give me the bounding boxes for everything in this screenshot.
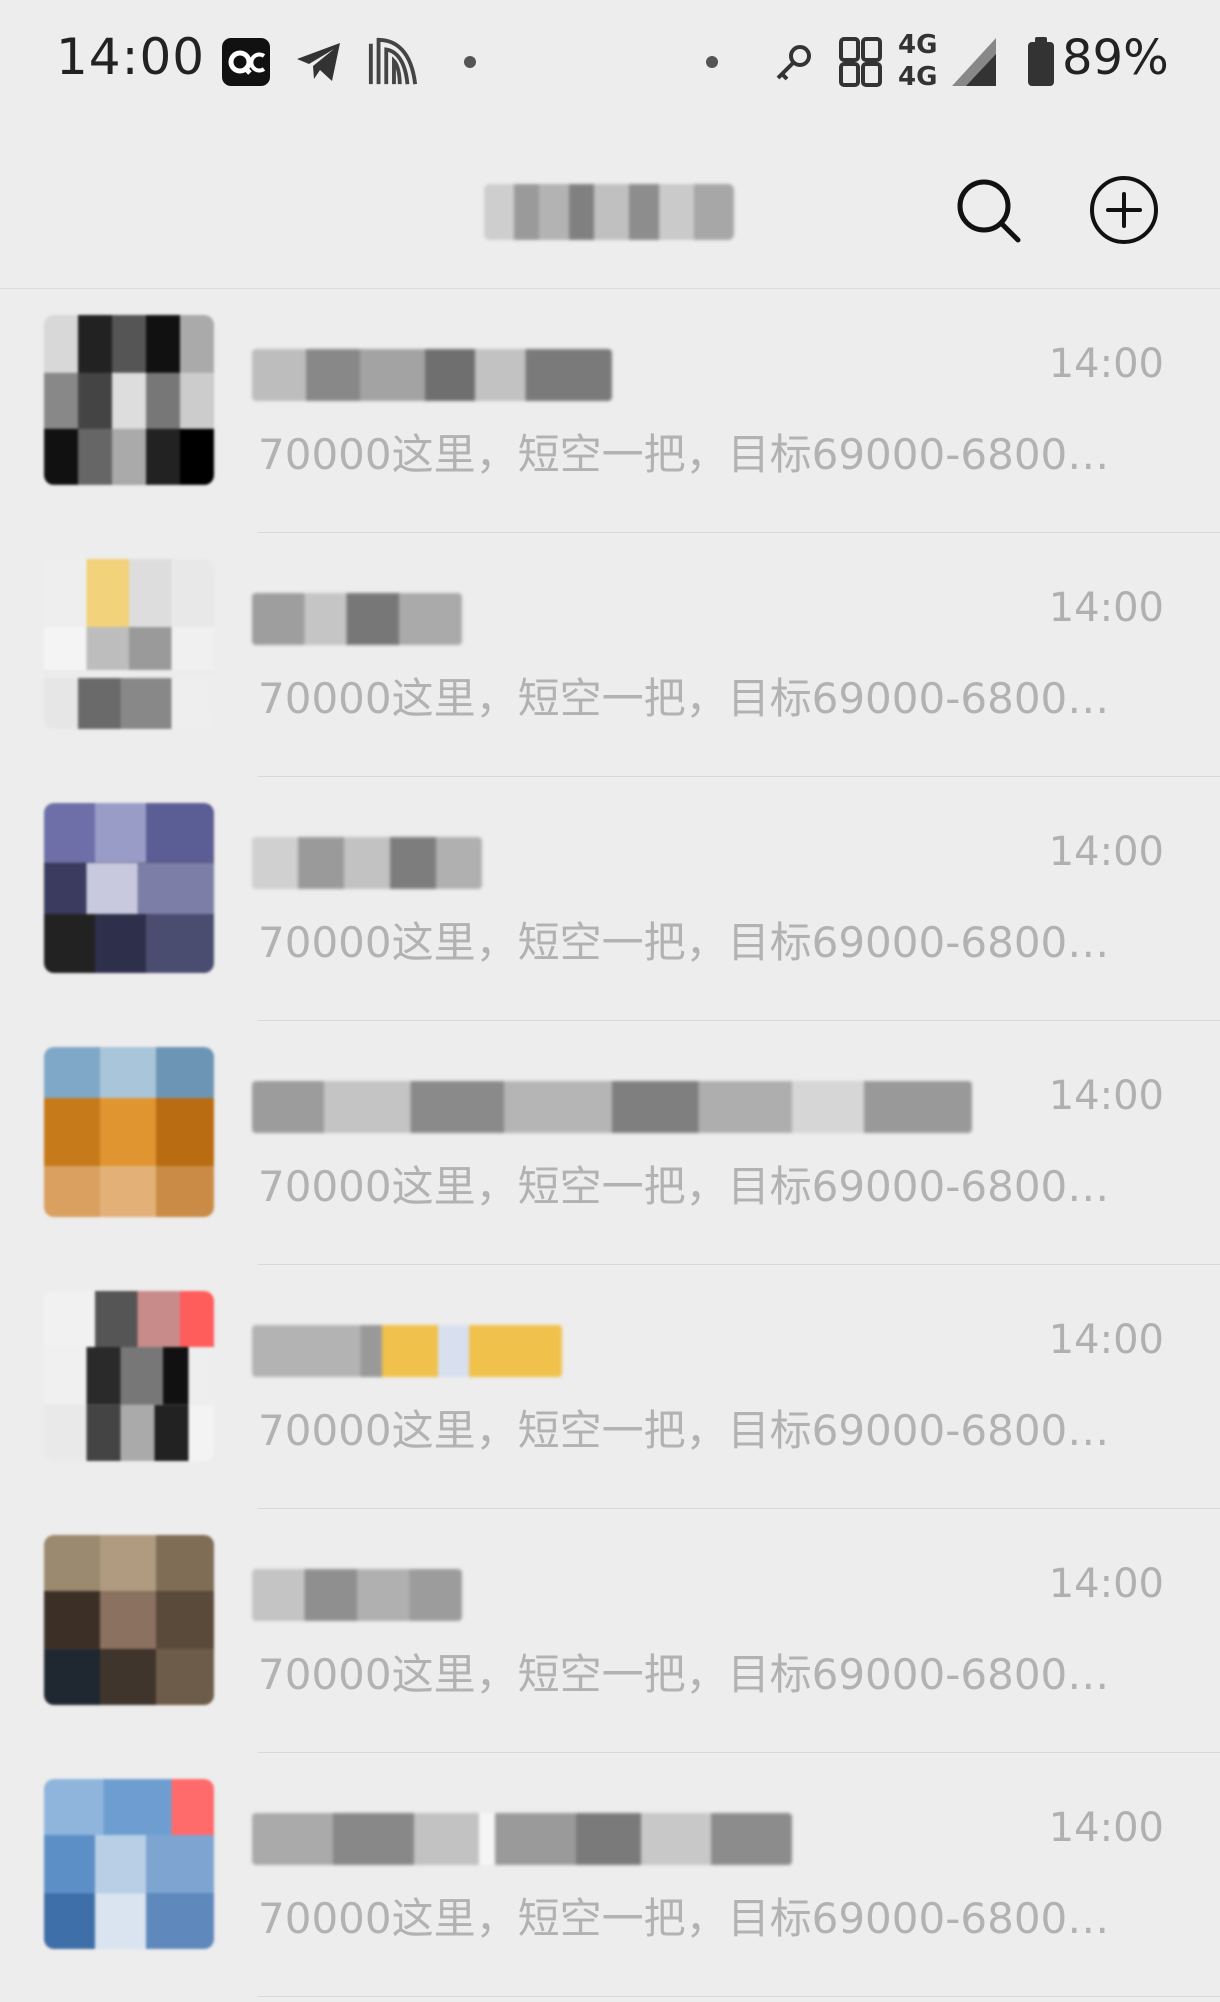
notification-dot-icon — [706, 56, 718, 68]
contact-name-redacted — [252, 1813, 792, 1865]
chat-preview: 70000这里，短空一把，目标69000-6800… — [258, 430, 1110, 479]
contact-name-redacted — [252, 349, 612, 401]
avatar — [44, 315, 214, 485]
avatar — [44, 803, 214, 973]
contact-name-redacted — [252, 1081, 972, 1133]
network-type-top: 4G — [898, 30, 938, 60]
key-icon — [776, 45, 811, 81]
hd-volte-icon — [839, 37, 882, 87]
battery-percent: 89% — [1062, 30, 1169, 86]
chat-preview: 70000这里，短空一把，目标69000-6800… — [258, 918, 1110, 967]
chat-list-item[interactable]: 14:00 70000这里，短空一把，目标69000-6800… — [0, 533, 1220, 777]
chat-time: 14:00 — [1048, 1317, 1164, 1363]
chat-preview: 70000这里，短空一把，目标69000-6800… — [258, 1894, 1110, 1943]
status-time: 14:00 — [56, 28, 206, 86]
chat-time: 14:00 — [1048, 1805, 1164, 1851]
chat-list: 14:00 70000这里，短空一把，目标69000-6800… 14:00 7… — [0, 289, 1220, 1997]
telegram-icon — [297, 43, 340, 81]
page-title-redacted — [484, 184, 734, 240]
app-stripes-icon — [368, 37, 418, 85]
status-bar: 14:00 4G 4G 89% — [0, 0, 1220, 120]
chat-list-item[interactable]: 14:00 70000这里，短空一把，目标69000-6800… — [0, 1021, 1220, 1265]
avatar — [44, 1535, 214, 1705]
chat-list-item[interactable]: 14:00 70000这里，短空一把，目标69000-6800… — [0, 777, 1220, 1021]
chat-list-item[interactable]: 14:00 70000这里，短空一把，目标69000-6800… — [0, 1265, 1220, 1509]
avatar — [44, 1779, 214, 1949]
chat-time: 14:00 — [1048, 1073, 1164, 1119]
notification-dot-icon — [464, 56, 476, 68]
chat-time: 14:00 — [1048, 341, 1164, 387]
contact-name-redacted — [252, 593, 462, 645]
add-circle-icon[interactable] — [1084, 170, 1164, 250]
contact-name-redacted — [252, 1569, 462, 1621]
chat-preview: 70000这里，短空一把，目标69000-6800… — [258, 1406, 1110, 1455]
chat-list-item[interactable]: 14:00 70000这里，短空一把，目标69000-6800… — [0, 289, 1220, 533]
chat-preview: 70000这里，短空一把，目标69000-6800… — [258, 674, 1110, 723]
network-type-bottom: 4G — [898, 62, 938, 92]
avatar — [44, 559, 214, 729]
signal-icon — [952, 38, 996, 86]
chat-time: 14:00 — [1048, 585, 1164, 631]
chat-preview: 70000这里，短空一把，目标69000-6800… — [258, 1650, 1110, 1699]
top-header — [0, 120, 1220, 289]
chat-preview: 70000这里，短空一把，目标69000-6800… — [258, 1162, 1110, 1211]
avatar — [44, 1291, 214, 1461]
chat-list-item[interactable]: 14:00 70000这里，短空一把，目标69000-6800… — [0, 1753, 1220, 1997]
contact-name-redacted — [252, 1325, 562, 1377]
app-notification-icon — [222, 38, 270, 86]
chat-list-item[interactable]: 14:00 70000这里，短空一把，目标69000-6800… — [0, 1509, 1220, 1753]
contact-name-redacted — [252, 837, 482, 889]
search-icon[interactable] — [948, 170, 1028, 250]
chat-time: 14:00 — [1048, 829, 1164, 875]
avatar — [44, 1047, 214, 1217]
chat-time: 14:00 — [1048, 1561, 1164, 1607]
battery-icon — [1028, 37, 1054, 86]
